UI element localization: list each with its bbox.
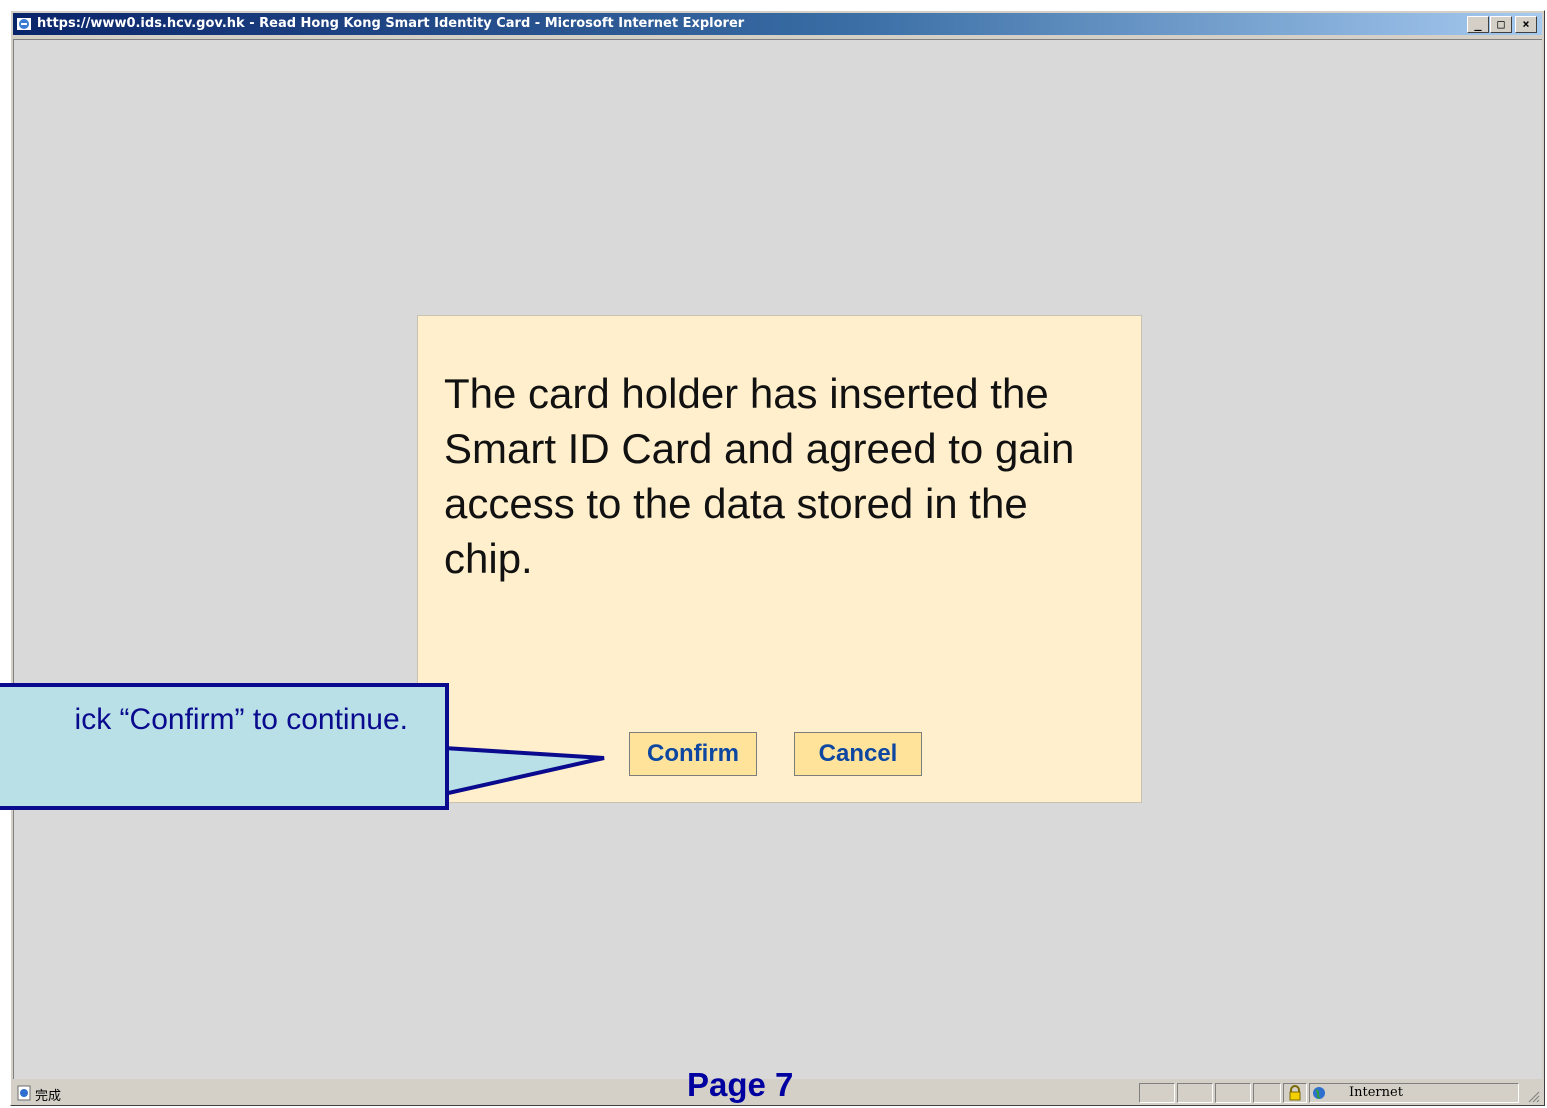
zone-panel[interactable] <box>1309 1083 1519 1103</box>
title-bar[interactable]: https://www0.ids.hcv.gov.hk - Read Hong … <box>13 13 1542 35</box>
ie-page-icon <box>17 1085 31 1101</box>
callout-text: ick “Confirm” to continue. <box>74 703 408 736</box>
close-button[interactable]: × <box>1515 16 1537 33</box>
cancel-button[interactable]: Cancel <box>794 732 922 776</box>
resize-grip-icon[interactable] <box>1526 1089 1540 1103</box>
lock-icon <box>1289 1085 1301 1101</box>
globe-icon <box>1313 1087 1325 1099</box>
confirm-button[interactable]: Confirm <box>629 732 757 776</box>
confirmation-dialog: The card holder has inserted the Smart I… <box>417 315 1142 803</box>
status-panel <box>1215 1083 1251 1103</box>
dialog-message: The card holder has inserted the Smart I… <box>444 370 1075 582</box>
zone-label: Internet <box>1349 1085 1403 1100</box>
status-panel <box>1139 1083 1175 1103</box>
instruction-callout: ick “Confirm” to continue. <box>0 683 449 810</box>
page-viewport: The card holder has inserted the Smart I… <box>13 39 1542 1079</box>
slide-page-number: Page 7 <box>687 1066 794 1103</box>
minimize-button[interactable]: _ <box>1467 16 1489 33</box>
browser-window: https://www0.ids.hcv.gov.hk - Read Hong … <box>10 10 1545 1106</box>
status-panel <box>1177 1083 1213 1103</box>
maximize-button[interactable]: □ <box>1490 16 1512 33</box>
status-panel <box>1253 1083 1281 1103</box>
ie-icon <box>17 18 31 30</box>
status-text: 完成 <box>35 1089 62 1104</box>
window-title: https://www0.ids.hcv.gov.hk - Read Hong … <box>37 16 745 31</box>
